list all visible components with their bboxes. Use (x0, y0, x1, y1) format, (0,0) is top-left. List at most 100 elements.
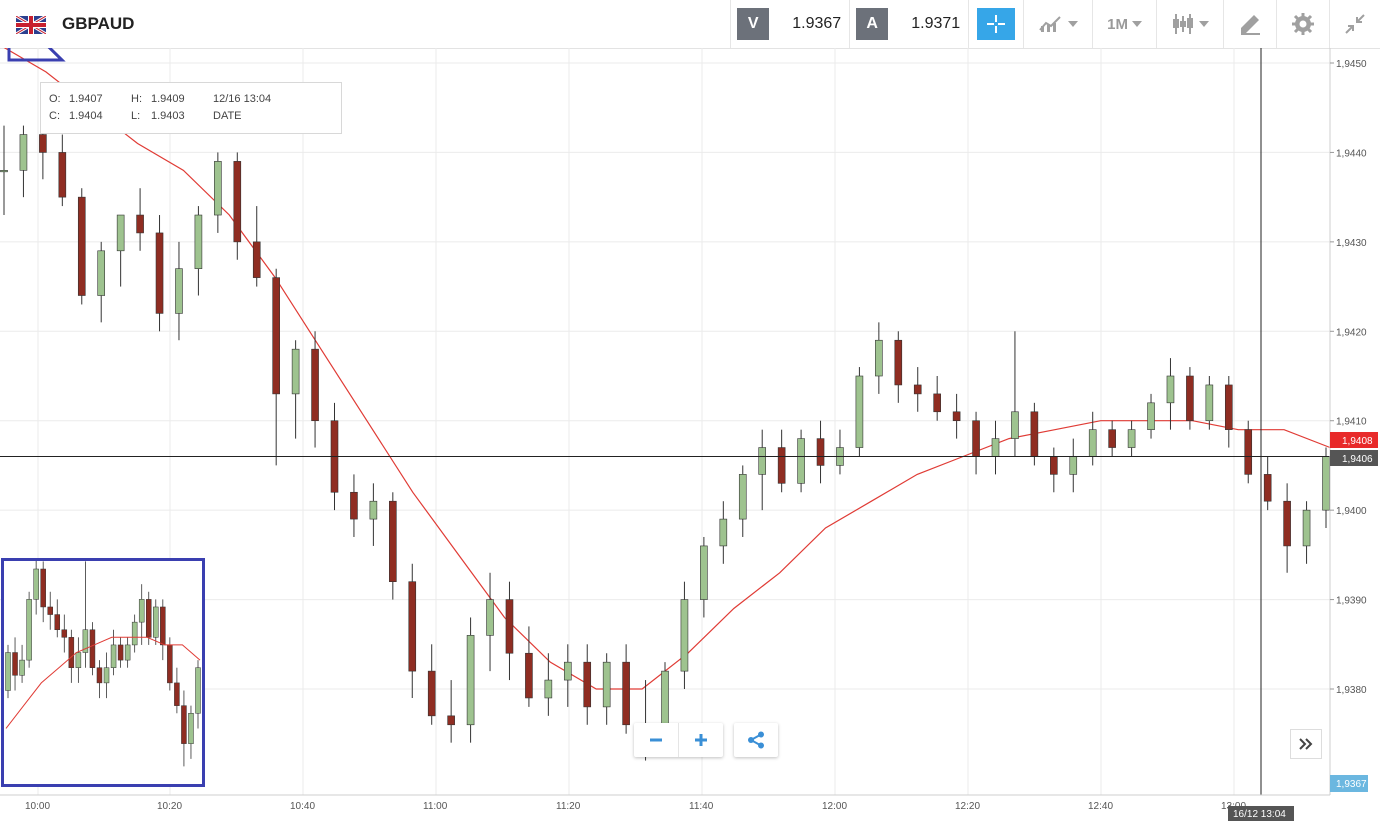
candle (116, 214, 125, 287)
overview-minichart[interactable] (1, 553, 205, 787)
candle (252, 206, 261, 287)
candle-body (136, 214, 144, 234)
price-tick-label: 1,9420 (1336, 327, 1367, 338)
mini-candle-body (138, 599, 145, 623)
time-tick-label: 11:20 (556, 801, 581, 812)
mini-candle-body (110, 644, 117, 668)
candle-body (77, 196, 86, 296)
mini-candle-body (89, 629, 96, 668)
overview-chart-svg (5, 553, 201, 767)
buy-label[interactable]: A (856, 8, 889, 40)
chevron-down-icon (1132, 21, 1142, 27)
candle-body (933, 393, 941, 413)
corner-marker (7, 48, 66, 62)
timeframe-selector[interactable]: 1M (1093, 0, 1156, 48)
candle (486, 572, 494, 672)
mini-candle (12, 637, 18, 691)
mini-candle (195, 660, 201, 729)
candle-body (855, 375, 864, 448)
mini-candle (89, 622, 96, 676)
crosshair-price-label: 1,9406 (1342, 454, 1373, 465)
candle-body (1127, 429, 1136, 448)
mini-candle-body (160, 606, 166, 646)
collapse-button[interactable] (1330, 0, 1380, 48)
candle (738, 465, 747, 537)
candle (622, 644, 630, 734)
candle-body (777, 447, 786, 484)
datetime-value: 12/16 13:04 (213, 93, 272, 105)
candle (466, 617, 475, 743)
mini-candle (61, 614, 68, 653)
mini-candle (54, 599, 61, 638)
candle-body (602, 661, 611, 708)
close-value: 1.9404 (69, 110, 103, 122)
candle (1147, 393, 1155, 439)
candle-body (525, 652, 533, 699)
price-chart[interactable]: 1,9450 1,9440 1,9430 1,9420 1,9410 1,9400 1,93… (0, 48, 1380, 822)
candle-body (389, 500, 397, 582)
zoom-controls (634, 723, 723, 757)
price-tick-label: 1,9390 (1336, 596, 1367, 607)
mini-candle-body (19, 659, 25, 676)
chart-type-button[interactable] (1157, 0, 1223, 48)
candle-body (116, 214, 125, 252)
zoom-in-button[interactable] (679, 723, 723, 757)
scroll-to-latest-button[interactable] (1290, 729, 1322, 759)
candle (1322, 447, 1330, 529)
candle-body (583, 661, 592, 708)
drawing-tools-button[interactable] (1224, 0, 1276, 48)
candle-body (1011, 411, 1019, 439)
candle (58, 134, 67, 207)
candle-body (175, 268, 183, 314)
candle (233, 152, 242, 260)
drawing-pen-icon (1241, 15, 1260, 35)
candle (583, 644, 592, 725)
candle-body (19, 134, 28, 171)
candle-body (466, 635, 475, 726)
candle-body (894, 339, 903, 386)
candle (1011, 331, 1019, 457)
candle-body (1088, 429, 1097, 457)
mini-candle (138, 584, 145, 645)
mini-candle (174, 667, 180, 714)
mini-candle-body (54, 614, 61, 630)
crosshair-button[interactable] (977, 8, 1016, 40)
candle (311, 331, 319, 448)
candle-body (194, 214, 203, 269)
mini-candle-body (145, 599, 152, 638)
mini-candle (188, 705, 194, 759)
share-button[interactable] (734, 723, 778, 757)
candle-body (1069, 456, 1078, 475)
indicators-button[interactable] (1024, 0, 1092, 48)
candle-body (505, 599, 514, 654)
candle (991, 420, 1000, 475)
candle-body (1244, 429, 1253, 475)
sell-price-box[interactable]: V 1.9367 (731, 0, 849, 48)
buy-price-box[interactable]: A 1.9371 (850, 0, 968, 48)
mini-candle (181, 690, 187, 767)
candle-body (0, 170, 8, 173)
mini-candle-body (153, 606, 159, 638)
sell-label[interactable]: V (737, 8, 770, 40)
settings-button[interactable] (1277, 0, 1329, 48)
candle-body (1302, 509, 1311, 547)
candle-body (991, 438, 1000, 457)
candle (408, 563, 417, 698)
candle-body (563, 661, 572, 681)
candlestick-icon (1173, 14, 1193, 34)
candle (155, 215, 164, 332)
candle (1186, 367, 1194, 430)
candle (427, 644, 436, 725)
zoom-out-button[interactable] (634, 723, 678, 757)
candle-body (1224, 384, 1233, 430)
candle (1205, 376, 1214, 430)
candle-body (1263, 474, 1272, 502)
mini-candle (82, 561, 89, 668)
mini-candle-body (131, 621, 138, 646)
candle (1224, 376, 1233, 448)
candle-body (291, 348, 300, 395)
candle (855, 367, 864, 457)
mini-candle-body (103, 667, 110, 684)
candle-body (1205, 384, 1214, 422)
candle-body (233, 161, 242, 243)
